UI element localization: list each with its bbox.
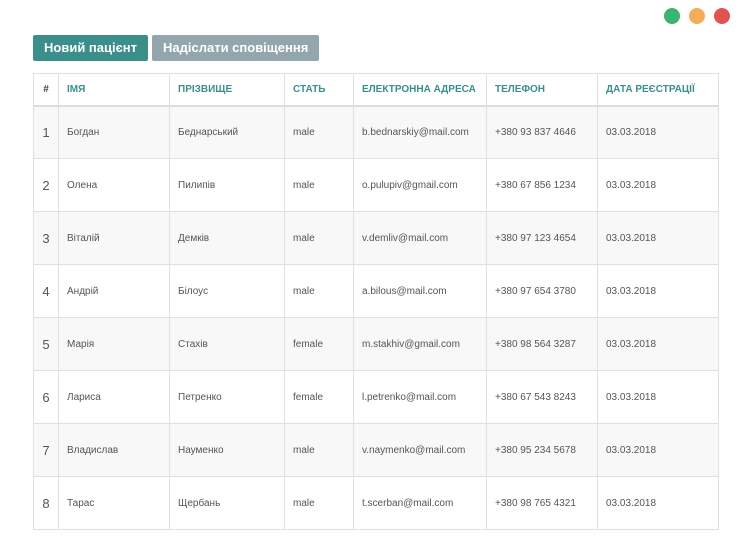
row-number: 2 — [33, 158, 59, 212]
table-row[interactable]: 3 Віталій Демків male v.demliv@mail.com +380 … — [33, 211, 719, 265]
table-row[interactable]: 2 Олена Пилипів male o.pulupiv@gmail.com +380… — [33, 158, 719, 212]
table-row[interactable]: 7 Владислав Науменко male v.naymenko@mail.co… — [33, 423, 719, 477]
email-cell: l.petrenko@mail.com — [353, 370, 487, 424]
registration-date-cell: 03.03.2018 — [597, 423, 719, 477]
last-name-cell: Беднарський — [169, 105, 285, 159]
gender-cell: male — [284, 476, 354, 530]
first-name-cell: Тарас — [58, 476, 170, 530]
first-name-cell: Богдан — [58, 105, 170, 159]
first-name-cell: Андрій — [58, 264, 170, 318]
row-number: 4 — [33, 264, 59, 318]
column-header-phone[interactable]: Телефон — [486, 73, 598, 107]
last-name-cell: Петренко — [169, 370, 285, 424]
email-cell: m.stakhiv@gmail.com — [353, 317, 487, 371]
table-row[interactable]: 6 Лариса Петренко female l.petrenko@mail.com… — [33, 370, 719, 424]
table-row[interactable]: 8 Тарас Щербань male t.scerban@mail.com +380 … — [33, 476, 719, 530]
table-row[interactable]: 5 Марія Стахів female m.stakhiv@gmail.com +38… — [33, 317, 719, 371]
registration-date-cell: 03.03.2018 — [597, 105, 719, 159]
email-cell: v.demliv@mail.com — [353, 211, 487, 265]
gender-cell: male — [284, 211, 354, 265]
patients-table: # Імя Прізвище Стать Електронна адреса Т… — [33, 73, 719, 530]
last-name-cell: Пилипів — [169, 158, 285, 212]
first-name-cell: Олена — [58, 158, 170, 212]
email-cell: a.bilous@mail.com — [353, 264, 487, 318]
row-number: 5 — [33, 317, 59, 371]
registration-date-cell: 03.03.2018 — [597, 476, 719, 530]
first-name-cell: Владислав — [58, 423, 170, 477]
column-header-registration-date[interactable]: Дата реєстрації — [597, 73, 719, 107]
row-number: 7 — [33, 423, 59, 477]
last-name-cell: Білоус — [169, 264, 285, 318]
new-patient-button[interactable]: Новий пацієнт — [33, 35, 148, 61]
email-cell: b.bednarskiy@mail.com — [353, 105, 487, 159]
table-row[interactable]: 1 Богдан Беднарський male b.bednarskiy@mail.… — [33, 105, 719, 159]
email-cell: o.pulupiv@gmail.com — [353, 158, 487, 212]
column-header-last-name[interactable]: Прізвище — [169, 73, 285, 107]
row-number: 1 — [33, 105, 59, 159]
column-header-first-name[interactable]: Імя — [58, 73, 170, 107]
toolbar: Новий пацієнт Надіслати сповіщення — [33, 35, 320, 61]
table-header-row: # Імя Прізвище Стать Електронна адреса Т… — [33, 73, 719, 107]
phone-cell: +380 97 123 4654 — [486, 211, 598, 265]
phone-cell: +380 67 856 1234 — [486, 158, 598, 212]
table-row[interactable]: 4 Андрій Білоус male a.bilous@mail.com +380 9… — [33, 264, 719, 318]
row-number: 8 — [33, 476, 59, 530]
last-name-cell: Науменко — [169, 423, 285, 477]
registration-date-cell: 03.03.2018 — [597, 264, 719, 318]
email-cell: v.naymenko@mail.com — [353, 423, 487, 477]
registration-date-cell: 03.03.2018 — [597, 370, 719, 424]
column-header-email[interactable]: Електронна адреса — [353, 73, 487, 107]
phone-cell: +380 98 564 3287 — [486, 317, 598, 371]
registration-date-cell: 03.03.2018 — [597, 317, 719, 371]
gender-cell: male — [284, 158, 354, 212]
close-icon[interactable] — [714, 8, 730, 24]
gender-cell: male — [284, 264, 354, 318]
first-name-cell: Віталій — [58, 211, 170, 265]
phone-cell: +380 67 543 8243 — [486, 370, 598, 424]
minimize-icon[interactable] — [689, 8, 705, 24]
column-header-gender[interactable]: Стать — [284, 73, 354, 107]
gender-cell: male — [284, 423, 354, 477]
phone-cell: +380 98 765 4321 — [486, 476, 598, 530]
phone-cell: +380 95 234 5678 — [486, 423, 598, 477]
first-name-cell: Марія — [58, 317, 170, 371]
email-cell: t.scerban@mail.com — [353, 476, 487, 530]
column-header-number[interactable]: # — [33, 73, 59, 107]
row-number: 6 — [33, 370, 59, 424]
first-name-cell: Лариса — [58, 370, 170, 424]
gender-cell: female — [284, 370, 354, 424]
last-name-cell: Щербань — [169, 476, 285, 530]
window-controls — [664, 8, 730, 24]
row-number: 3 — [33, 211, 59, 265]
phone-cell: +380 97 654 3780 — [486, 264, 598, 318]
send-notification-button[interactable]: Надіслати сповіщення — [152, 35, 320, 61]
phone-cell: +380 93 837 4646 — [486, 105, 598, 159]
gender-cell: female — [284, 317, 354, 371]
registration-date-cell: 03.03.2018 — [597, 211, 719, 265]
registration-date-cell: 03.03.2018 — [597, 158, 719, 212]
last-name-cell: Демків — [169, 211, 285, 265]
last-name-cell: Стахів — [169, 317, 285, 371]
maximize-icon[interactable] — [664, 8, 680, 24]
table-body: 1 Богдан Беднарський male b.bednarskiy@mail.… — [33, 105, 719, 530]
gender-cell: male — [284, 105, 354, 159]
